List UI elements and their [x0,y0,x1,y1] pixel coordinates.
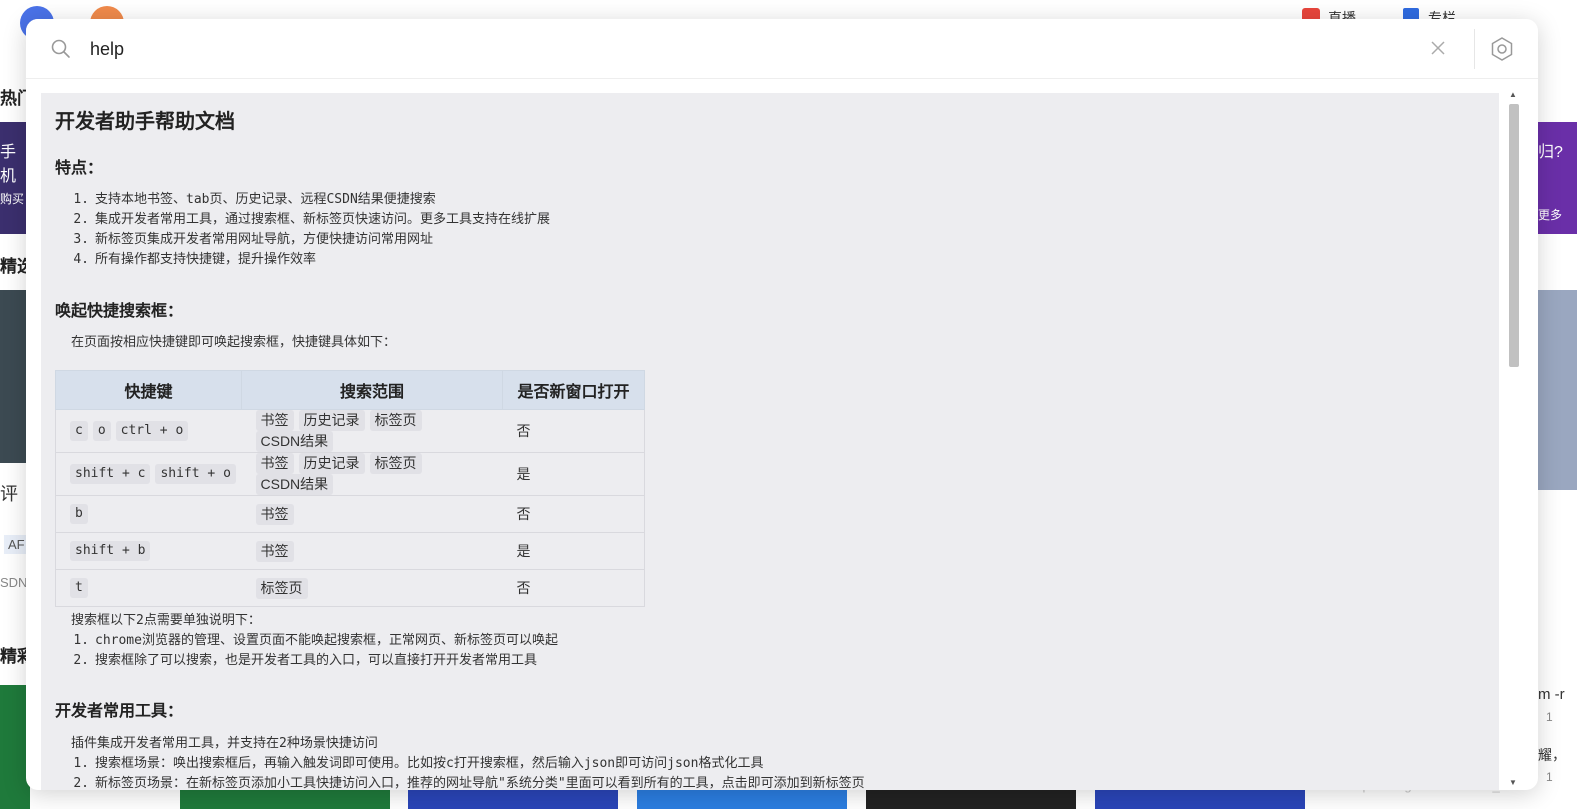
scroll-up-icon[interactable]: ▲ [1509,91,1517,99]
list-item: 3. 新标签页集成开发者常用网址导航，方便快捷访问常用网址 [73,232,434,247]
table-header: 是否新窗口打开 [502,370,645,410]
list-item: 1. chrome浏览器的管理、设置页面不能唤起搜索框，正常网页、新标签页可以唤起 [73,633,558,648]
table-row: t 标签页 否 [55,569,645,607]
table-header: 快捷键 [55,370,242,410]
settings-icon[interactable] [1489,36,1515,62]
table-row: c o ctrl + o 书签 历史记录 标签页CSDN结果 否 [55,409,645,453]
list-item: 1. 搜索框场景：唤出搜索框后，再输入触发词即可使用。比如按c打开搜索框，然后输入… [73,756,764,771]
features-list: 1. 支持本地书签、tab页、历史记录、远程CSDN结果便捷搜索 2. 集成开发者常… [65,190,550,270]
tools-heading: 开发者常用工具： [55,703,184,720]
invoke-heading: 唤起快捷搜索框： [55,303,184,320]
search-bar [26,19,1538,79]
background-right-column: 归? 更多 m -r 1 耀， 1 [1538,0,1577,809]
table-header: 搜索范围 [241,370,503,410]
tools-list: 1. 搜索框场景：唤出搜索框后，再输入触发词即可使用。比如按c打开搜索框，然后输入… [65,754,865,790]
help-document: 开发者助手帮助文档 特点： 1. 支持本地书签、tab页、历史记录、远程CSDN结… [41,93,1499,790]
search-modal: 开发者助手帮助文档 特点： 1.支持本地书签、tab页、历史记录、远程CSDN结… [26,19,1538,790]
list-item: 1. 支持本地书签、tab页、历史记录、远程CSDN结果便捷搜索 [73,192,436,207]
list-item: 4. 所有操作都支持快捷键，提升操作效率 [73,252,317,267]
scrollbar[interactable]: ▲ ▼ [1505,89,1522,787]
features-heading: 特点： [55,160,104,177]
view-count: 1 [1546,710,1553,724]
table-row: b 书签 否 [55,495,645,533]
search-input[interactable] [88,33,1412,65]
article-thumbnail[interactable] [1538,290,1577,490]
scrollbar-thumb[interactable] [1509,104,1519,367]
tag-badge[interactable]: AF [4,535,29,554]
tools-intro: 插件集成开发者常用工具，并支持在2种场景快捷访问 [71,736,378,751]
list-item: 2. 集成开发者常用工具，通过搜索框、新标签页快速访问。更多工具支持在线扩展 [73,212,551,227]
banner-card[interactable]: 归? 更多 [1538,122,1577,234]
shortcut-table: 快捷键 搜索范围 是否新窗口打开 c o ctrl + o 书签 历史记录 标签页CSD… [55,370,645,607]
close-icon[interactable] [1429,39,1447,57]
invoke-intro: 在页面按相应快捷键即可唤起搜索框，快捷键具体如下： [71,335,397,350]
table-row: shift + b 书签 是 [55,532,645,570]
doc-title: 开发者助手帮助文档 [55,111,235,133]
view-count: 1 [1546,770,1553,784]
list-item: 2. 新标签页场景：在新标签页添加小工具快捷访问入口，推荐的网址导航"系统分类"里… [73,776,865,790]
table-row: shift + c shift + o 书签 历史记录 标签页CSDN结果 是 [55,452,645,496]
notes-list: 1. chrome浏览器的管理、设置页面不能唤起搜索框，正常网页、新标签页可以唤起… [65,631,558,671]
search-icon [51,39,70,58]
list-item: 2. 搜索框除了可以搜索，也是开发者工具的入口，可以直接打开开发者常用工具 [73,653,538,668]
scroll-down-icon[interactable]: ▼ [1509,779,1517,787]
notes-intro: 搜索框以下2点需要单独说明下： [71,613,261,628]
divider [1474,29,1475,69]
